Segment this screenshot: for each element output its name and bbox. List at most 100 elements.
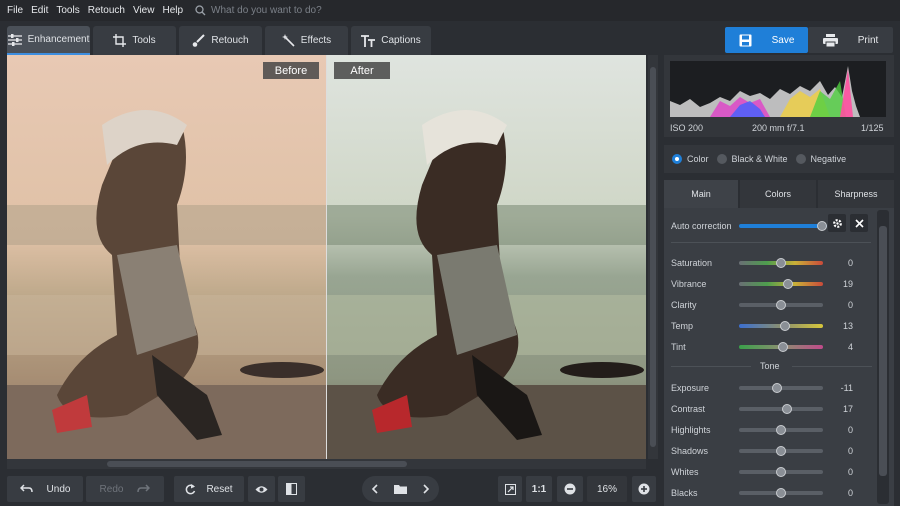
slider-knob[interactable] — [781, 404, 792, 414]
scroll-thumb[interactable] — [879, 226, 887, 476]
slider-knob[interactable] — [776, 488, 786, 498]
slider-knob[interactable] — [782, 279, 793, 289]
image-viewer[interactable]: Before After — [7, 55, 646, 459]
tab-sharpness[interactable]: Sharpness — [818, 180, 894, 208]
reset-button[interactable]: Reset — [174, 476, 244, 502]
slider-knob[interactable] — [776, 446, 786, 456]
next-icon[interactable] — [423, 484, 430, 494]
menu-bar: File Edit Tools Retouch View Help What d… — [0, 0, 900, 21]
auto-correction-label: Auto correction — [671, 221, 732, 231]
highlights-label: Highlights — [671, 425, 711, 435]
blacks-value: 0 — [847, 488, 853, 498]
toolbar: Enhancement Tools Retouch Effects Captio… — [0, 21, 900, 55]
contrast-label: Contrast — [671, 404, 706, 414]
menu-view[interactable]: View — [133, 5, 155, 16]
slider-knob[interactable] — [776, 467, 786, 477]
exposure-slider[interactable] — [739, 383, 823, 393]
exposure-label: Exposure — [671, 383, 710, 393]
auto-settings-button[interactable] — [828, 214, 846, 232]
fit-screen-button[interactable] — [498, 476, 522, 502]
tab-retouch[interactable]: Retouch — [179, 26, 262, 55]
shadows-label: Shadows — [671, 446, 709, 456]
actual-size-button[interactable]: 1:1 — [526, 476, 552, 502]
temp-slider[interactable] — [739, 321, 823, 331]
viewer-vertical-scrollbar[interactable] — [648, 55, 658, 459]
save-button[interactable]: Save — [725, 27, 808, 53]
viewer-horizontal-scrollbar[interactable] — [7, 459, 646, 469]
blacks-slider[interactable] — [739, 488, 823, 498]
menu-retouch[interactable]: Retouch — [88, 5, 125, 16]
histogram-graph — [670, 61, 886, 117]
print-button[interactable]: Print — [808, 27, 893, 53]
menu-tools[interactable]: Tools — [56, 5, 79, 16]
slider-knob[interactable] — [776, 425, 786, 435]
zoom-in-button[interactable] — [632, 476, 656, 502]
divider — [671, 242, 871, 243]
tab-tools[interactable]: Tools — [93, 26, 176, 55]
tab-label: Retouch — [211, 35, 249, 46]
slider-knob[interactable] — [777, 342, 788, 352]
shadows-slider[interactable] — [739, 446, 823, 456]
mode-bw-radio[interactable]: Black & White — [716, 154, 788, 164]
slider-knob[interactable] — [780, 321, 791, 331]
main-adjustments-panel: Auto correction Saturation 0 Vibrance 19 Cla… — [664, 208, 894, 506]
mode-negative-radio[interactable]: Negative — [795, 154, 846, 164]
preview-toggle-button[interactable] — [248, 476, 275, 502]
temp-label: Temp — [671, 321, 694, 331]
gear-icon — [832, 218, 842, 228]
split-divider[interactable] — [326, 55, 327, 459]
tab-main[interactable]: Main — [664, 180, 738, 208]
menu-edit[interactable]: Edit — [31, 5, 48, 16]
contrast-row: Contrast 17 — [671, 401, 871, 417]
tint-slider[interactable] — [739, 342, 823, 352]
redo-button[interactable]: Redo — [86, 476, 164, 502]
vibrance-slider[interactable] — [739, 279, 823, 289]
slider-knob[interactable] — [817, 221, 827, 231]
print-label: Print — [857, 34, 879, 46]
undo-button[interactable]: Undo — [7, 476, 83, 502]
blacks-row: Blacks 0 — [671, 485, 871, 501]
mode-color-radio[interactable]: Color — [672, 154, 709, 164]
auto-correction-slider[interactable] — [739, 221, 827, 231]
before-photo — [7, 55, 326, 459]
highlights-slider[interactable] — [739, 425, 823, 435]
whites-label: Whites — [671, 467, 699, 477]
tab-enhancement[interactable]: Enhancement — [7, 26, 90, 55]
clarity-value: 0 — [847, 300, 853, 310]
zoom-out-button[interactable] — [557, 476, 583, 502]
tab-effects[interactable]: Effects — [265, 26, 348, 55]
lens-info: 200 mm f/7.1 — [752, 123, 805, 133]
after-label: After — [334, 62, 390, 79]
radio-label: Color — [687, 154, 709, 164]
contrast-slider[interactable] — [739, 404, 823, 414]
previous-icon[interactable] — [371, 484, 378, 494]
compare-view-button[interactable] — [278, 476, 305, 502]
auto-cancel-button[interactable] — [850, 214, 868, 232]
whites-slider[interactable] — [739, 467, 823, 477]
shadows-row: Shadows 0 — [671, 443, 871, 459]
tab-label: Captions — [381, 35, 421, 46]
minus-circle-icon — [564, 483, 576, 495]
saturation-label: Saturation — [671, 258, 713, 268]
slider-knob[interactable] — [776, 258, 786, 268]
clarity-slider[interactable] — [739, 300, 823, 310]
tab-colors[interactable]: Colors — [740, 180, 816, 208]
radio-dot — [795, 154, 806, 164]
menu-help[interactable]: Help — [162, 5, 183, 16]
printer-icon — [822, 33, 838, 47]
tab-captions[interactable]: Captions — [351, 26, 431, 55]
vibrance-value: 19 — [842, 279, 853, 289]
panel-scrollbar[interactable] — [877, 210, 889, 504]
slider-knob[interactable] — [776, 300, 786, 310]
folder-icon[interactable] — [394, 484, 407, 494]
scroll-thumb[interactable] — [107, 461, 407, 467]
search-box[interactable]: What do you want to do? — [195, 5, 322, 16]
scroll-thumb[interactable] — [650, 67, 656, 447]
zoom-level-field[interactable]: 16% — [587, 476, 627, 502]
undo-label: Undo — [46, 483, 71, 495]
temp-value: 13 — [842, 321, 853, 331]
saturation-slider[interactable] — [739, 258, 823, 268]
menu-file[interactable]: File — [7, 5, 23, 16]
adjustments-sidebar: ISO 200 200 mm f/7.1 1/125 Color Black &… — [660, 55, 900, 506]
slider-knob[interactable] — [771, 383, 782, 393]
